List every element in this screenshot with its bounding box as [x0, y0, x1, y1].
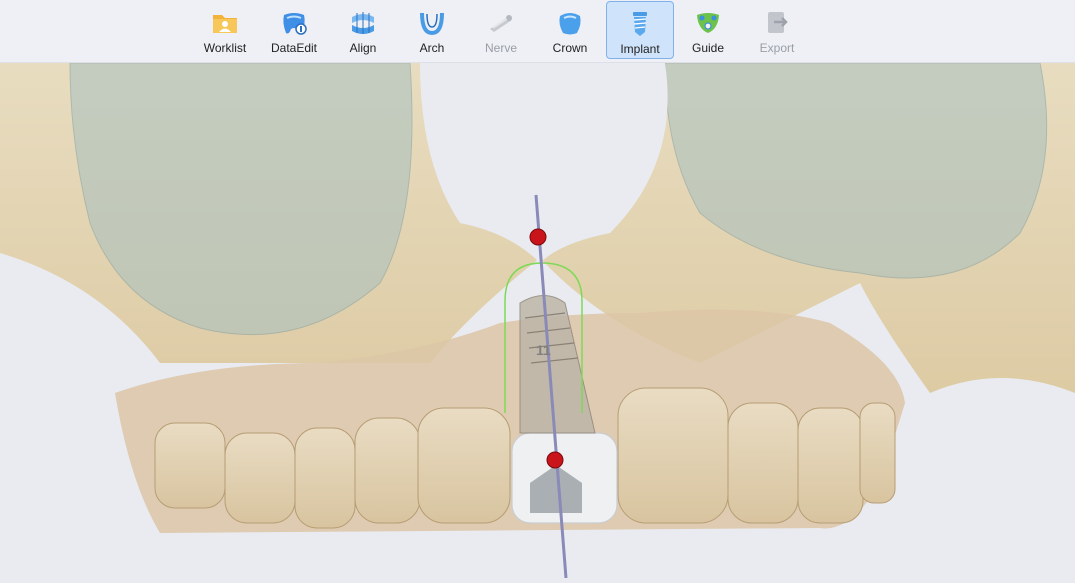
- worklist-label: Worklist: [203, 41, 247, 55]
- guide-label: Guide: [691, 41, 725, 55]
- implant-label: Implant: [620, 42, 660, 56]
- align-label: Align: [349, 41, 377, 55]
- nerve-label: Nerve: [484, 41, 517, 55]
- dental-scene: 11: [0, 62, 1075, 579]
- apex-marker[interactable]: [529, 228, 547, 246]
- crown-label: Crown: [552, 41, 588, 55]
- export-icon: [768, 12, 788, 33]
- crown-marker[interactable]: [546, 451, 564, 469]
- arch-icon: [420, 12, 444, 36]
- main-toolbar: Worklist DataEdit Align Arch Nerve Crown…: [0, 0, 1075, 63]
- 3d-viewport[interactable]: 11: [0, 62, 1075, 579]
- export-label: Export: [759, 41, 795, 55]
- implant-number-label: 11: [536, 342, 551, 358]
- dataedit-button[interactable]: DataEdit: [261, 1, 327, 59]
- guide-icon: [697, 13, 719, 33]
- crown-tooth-icon: [559, 13, 581, 35]
- arch-button[interactable]: Arch: [399, 1, 465, 59]
- implant-button[interactable]: Implant: [606, 1, 674, 59]
- tooth-data-edit-icon: [283, 13, 307, 35]
- arch-label: Arch: [419, 41, 445, 55]
- export-button[interactable]: Export: [744, 1, 810, 59]
- guide-button[interactable]: Guide: [675, 1, 741, 59]
- dataedit-label: DataEdit: [270, 41, 318, 55]
- worklist-folder-icon: [213, 15, 237, 33]
- align-grid-icon: [352, 12, 374, 34]
- implant-screw-icon: [633, 12, 647, 36]
- nerve-button[interactable]: Nerve: [468, 1, 534, 59]
- crown-button[interactable]: Crown: [537, 1, 603, 59]
- worklist-button[interactable]: Worklist: [192, 1, 258, 59]
- align-button[interactable]: Align: [330, 1, 396, 59]
- nerve-icon: [490, 15, 512, 32]
